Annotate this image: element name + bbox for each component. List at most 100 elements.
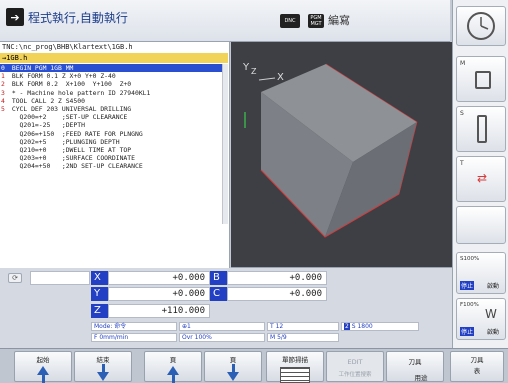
begin-softkey[interactable]: 起始 [14, 351, 72, 383]
right-sidebar: M S T ⇄ S100% 停止 啟動 F100% W 停止 啟動 [452, 0, 508, 383]
axis-z-value: +110.000 [108, 304, 210, 318]
line-number: 5 [1, 104, 5, 113]
axis-x-value: +0.000 [108, 271, 210, 285]
m-label: M [460, 60, 466, 67]
tool-table-softkey[interactable]: 刀具 表 [450, 351, 504, 382]
line-number [0, 121, 8, 129]
tool-usage-softkey[interactable]: 刀具 用途 [386, 351, 444, 382]
status-spindle: 2 S 1800 [341, 322, 419, 331]
block-scan-label: 單節掃描 [282, 356, 308, 364]
program-line[interactable]: Q201=-25 ;DEPTH [0, 121, 228, 129]
line-text: BLK FORM 0.1 Z X+0 Y+0 Z-40 [8, 72, 116, 81]
axis-x-label: X [277, 72, 284, 83]
status-ovr: Ovr 100% [179, 333, 265, 342]
axis-y-value: +0.000 [108, 287, 210, 301]
end-softkey[interactable]: 結束 [74, 351, 132, 382]
line-text: BEGIN PGM 1GB MM [8, 64, 74, 72]
edit-sub-label: 工作位置搜索 [338, 372, 372, 378]
status-m: M 5/9 [267, 333, 339, 342]
tool-usage-sub: 用途 [414, 374, 428, 382]
block-scan-softkey[interactable]: 單節掃描 [266, 351, 324, 383]
program-line[interactable]: 3 * - Machine hole pattern ID 27940KL1 [0, 89, 228, 97]
spindle-override-button[interactable]: S100% 停止 啟動 [456, 252, 506, 294]
blank-button[interactable] [456, 206, 506, 244]
program-line[interactable]: Q210=+0 ;DWELL TIME AT TOP [0, 146, 228, 154]
program-line[interactable]: Q200=+2 ;SET-UP CLEARANCE [0, 113, 228, 121]
position-display: ⟳ X +0.000 B +0.000 Y +0.000 C +0.000 Z … [0, 268, 452, 348]
feed-stop-label: 停止 [460, 327, 475, 336]
axis-y-tag: Y [91, 287, 108, 301]
line-number [0, 138, 8, 146]
position-spacer [30, 271, 90, 285]
page-down-icon [227, 372, 239, 381]
axis-b-tag: B [210, 271, 227, 285]
f100-label: F100% [460, 302, 479, 308]
edit-softkey[interactable]: EDIT 工作位置搜索 [326, 351, 384, 382]
edit-label: EDIT [347, 358, 363, 366]
workpiece-graphic: Y Z X [242, 62, 418, 238]
page-up-icon [167, 366, 179, 375]
mode-title: ➔ 程式執行,自動執行 [6, 8, 128, 26]
line-number [0, 162, 8, 170]
dnc-button[interactable]: DNC [280, 14, 300, 28]
s-function-button[interactable]: S [456, 106, 506, 152]
line-text: Q210=+0 ;DWELL TIME AT TOP [8, 145, 132, 154]
status-mode: Mode: 命令 [91, 322, 177, 331]
program-line[interactable]: Q206=+150 ;FEED RATE FOR PLNGNG [0, 130, 228, 138]
axis-c-tag: C [210, 287, 227, 301]
line-number: 4 [1, 96, 5, 105]
feed-start-label: 啟動 [487, 329, 500, 336]
line-text: Q200=+2 ;SET-UP CLEARANCE [8, 113, 128, 122]
program-line[interactable]: 4 TOOL CALL 2 Z S4500 [0, 97, 228, 105]
line-text: TOOL CALL 2 Z S4500 [8, 96, 85, 105]
spindle-icon: 2 [344, 323, 350, 330]
s100-label: S100% [460, 256, 480, 262]
clock-button[interactable] [456, 6, 506, 46]
feed-wave-icon: W [485, 307, 497, 321]
program-file[interactable]: →1GB.h [0, 53, 228, 63]
line-text: Q206=+150 ;FEED RATE FOR PLNGNG [8, 129, 143, 138]
3d-view[interactable]: Y Z X [231, 42, 452, 268]
arrow-up-icon [37, 366, 49, 375]
pgm-mgt-button[interactable]: PGM MGT [308, 14, 324, 28]
axis-c-value: +0.000 [227, 287, 327, 301]
spindle-stop-label: 停止 [460, 281, 475, 290]
axis-y-label: Y [242, 62, 250, 73]
axis-b-value: +0.000 [227, 271, 327, 285]
mode-header: ➔ 程式執行,自動執行 DNC PGM MGT 編寫 [0, 0, 450, 42]
status-feed: F 0mm/min [91, 333, 177, 342]
mode-second-label: 編寫 [328, 14, 350, 27]
line-number [0, 113, 8, 121]
feed-override-button[interactable]: F100% W 停止 啟動 [456, 298, 506, 340]
program-panel: TNC:\nc_prog\BHB\Klartext\1GB.h →1GB.h 0… [0, 42, 230, 308]
program-line[interactable]: Q203=+0 ;SURFACE COORDINATE [0, 154, 228, 162]
program-line[interactable]: Q202=+5 ;PLUNGING DEPTH [0, 138, 228, 146]
line-text: Q203=+0 ;SURFACE COORDINATE [8, 154, 135, 163]
program-line[interactable]: 2 BLK FORM 0.2 X+100 Y+100 Z+0 [0, 80, 228, 88]
tool-usage-label: 刀具 [408, 358, 422, 366]
line-number [0, 154, 8, 162]
line-number: 1 [1, 72, 5, 81]
page-up-softkey[interactable]: 頁 [144, 351, 202, 383]
t-function-button[interactable]: T ⇄ [456, 156, 506, 202]
program-line[interactable]: 1 BLK FORM 0.1 Z X+0 Y+0 Z-40 [0, 72, 228, 80]
program-line[interactable]: 5 CYCL DEF 203 UNIVERSAL DRILLING [0, 105, 228, 113]
line-number: 3 [1, 88, 5, 97]
axis-x-tag: X [91, 271, 108, 285]
page-up-label: 頁 [169, 356, 177, 364]
program-scrollbar[interactable] [222, 64, 228, 224]
mode-main-label: 程式執行,自動執行 [28, 10, 128, 25]
begin-label: 起始 [36, 356, 50, 364]
program-line[interactable]: Q204=+50 ;2ND SET-UP CLEARANCE [0, 162, 228, 170]
tool-change-icon: ⇄ [476, 171, 488, 185]
status-tool: T 12 [267, 322, 339, 331]
m-function-button[interactable]: M [456, 56, 506, 102]
program-lines[interactable]: 0 BEGIN PGM 1GB MM 1 BLK FORM 0.1 Z X+0 Y… [0, 64, 228, 170]
spindle-start-label: 啟動 [487, 283, 500, 290]
program-line[interactable]: 0 BEGIN PGM 1GB MM [0, 64, 228, 73]
page-down-softkey[interactable]: 頁 [204, 351, 262, 382]
line-text: CYCL DEF 203 UNIVERSAL DRILLING [8, 104, 132, 113]
refresh-icon[interactable]: ⟳ [8, 273, 22, 283]
end-label: 結束 [96, 356, 110, 364]
program-run-icon: ➔ [6, 8, 24, 26]
